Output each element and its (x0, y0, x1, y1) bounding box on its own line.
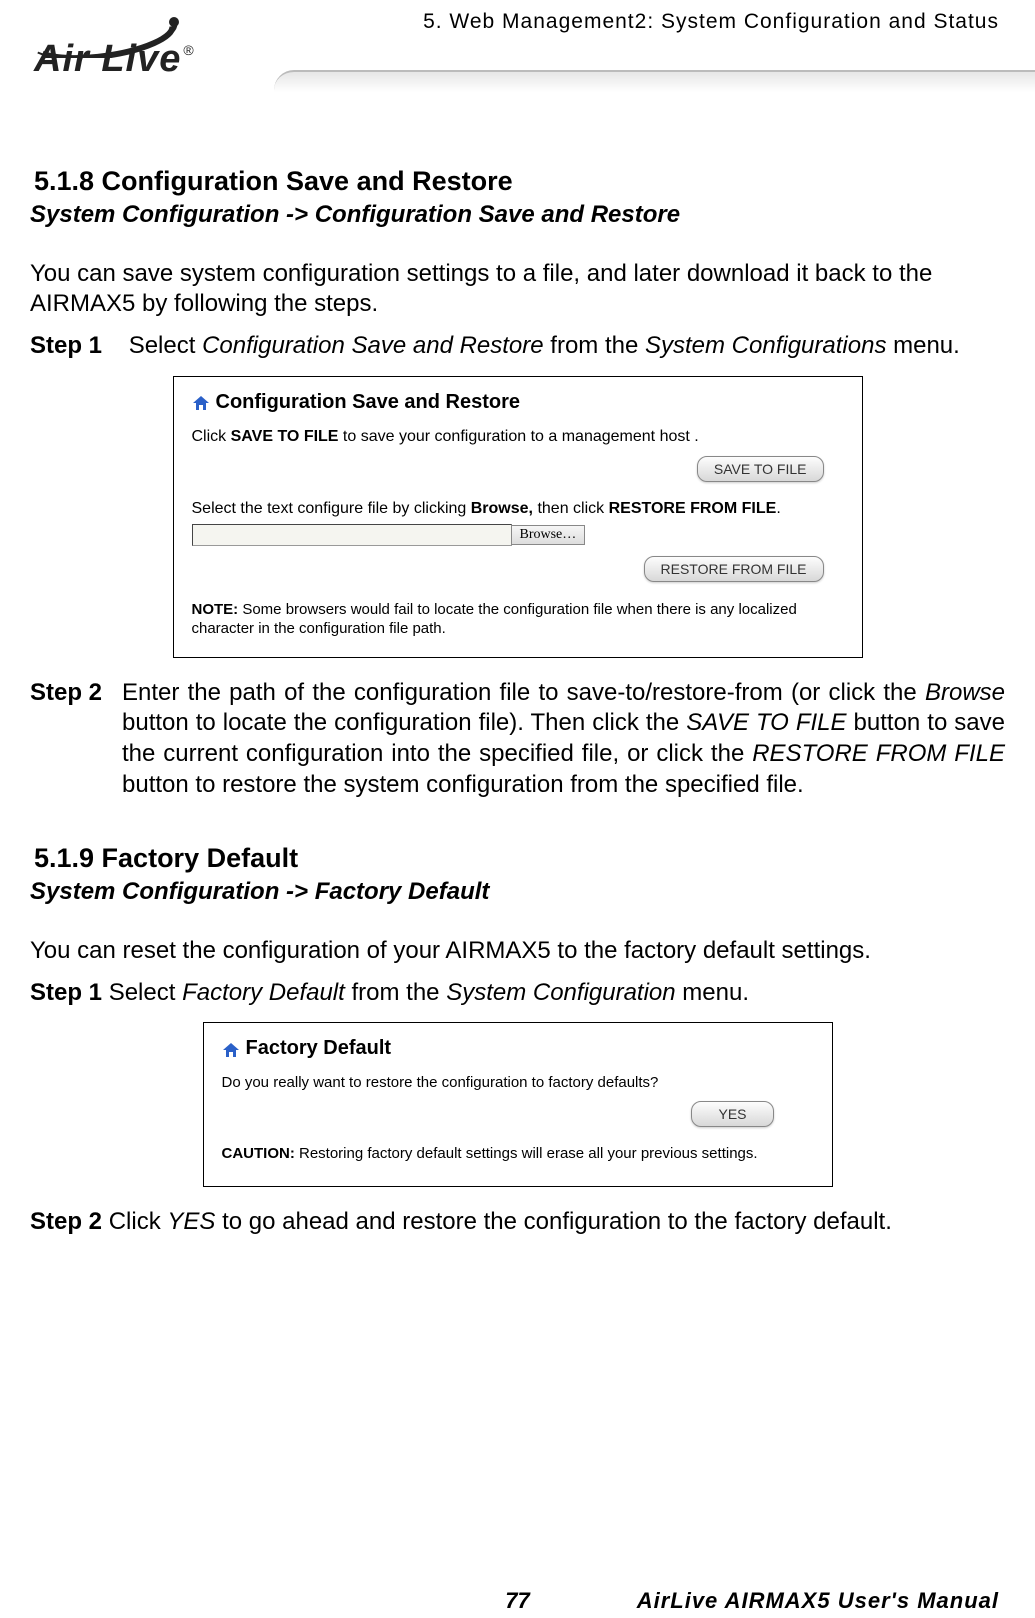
step1-518: Step 1 Select Configuration Save and Res… (30, 331, 1005, 362)
save-to-file-button[interactable]: SAVE TO FILE (697, 456, 824, 482)
step1-label: Step 1 (30, 332, 102, 359)
step2-label: Step 2 (30, 678, 122, 801)
s2a: Enter the path of the configuration file… (122, 679, 925, 706)
logo-registered-icon: ® (183, 42, 194, 58)
s2it3: RESTORE FROM FILE (752, 740, 1005, 767)
s2d: button to restore the system configurati… (122, 771, 804, 798)
panel2-question: Do you really want to restore the config… (222, 1074, 814, 1091)
caution-text: Restoring factory default settings will … (295, 1145, 758, 1162)
p1l1b: SAVE TO FILE (231, 428, 339, 445)
p1l2d: RESTORE FROM FILE (609, 500, 777, 517)
s2b: button to locate the configuration file)… (122, 709, 686, 736)
s519-2it: YES (167, 1208, 215, 1235)
panel1-title: Configuration Save and Restore (216, 391, 521, 414)
caution-label: CAUTION: (222, 1145, 295, 1162)
p1l2e: . (776, 500, 780, 517)
intro-519: You can reset the configuration of your … (30, 936, 1005, 966)
home-icon (222, 1041, 240, 1057)
step1-text-c: menu. (886, 332, 959, 359)
home-icon (192, 394, 210, 410)
manual-page: 5. Web Management2: System Configuration… (0, 0, 1035, 1618)
panel2-caution: CAUTION: Restoring factory default setti… (222, 1145, 814, 1162)
page-content: 5.1.8 Configuration Save and Restore Sys… (30, 150, 1005, 1250)
step1-it1: Configuration Save and Restore (202, 332, 544, 359)
p1l1a: Click (192, 428, 231, 445)
step2-519: Step 2 Click YES to go ahead and restore… (30, 1207, 1005, 1238)
p1l1c: to save your configuration to a manageme… (338, 428, 698, 445)
logo-text: Air Live (34, 38, 181, 80)
panel2-title: Factory Default (246, 1037, 392, 1060)
page-number: 77 (488, 1588, 548, 1614)
s519-2b: to go ahead and restore the configuratio… (215, 1208, 891, 1235)
s519-1a: Select (102, 979, 182, 1006)
intro-518: You can save system configuration settin… (30, 259, 1005, 319)
chapter-header: 5. Web Management2: System Configuration… (423, 10, 999, 34)
s519-1c: menu. (676, 979, 749, 1006)
breadcrumb-518: System Configuration -> Configuration Sa… (30, 201, 1005, 229)
step2-label-519: Step 2 (30, 1208, 102, 1235)
p1l2b: Browse, (471, 500, 533, 517)
s519-1it2: System Configuration (446, 979, 675, 1006)
s519-1b: from the (345, 979, 446, 1006)
s519-2a: Click (102, 1208, 167, 1235)
header-divider (274, 70, 1035, 92)
s519-1it1: Factory Default (182, 979, 345, 1006)
step1-it2: System Configurations (645, 332, 886, 359)
manual-title: AirLive AIRMAX5 User's Manual (637, 1588, 999, 1614)
s2it2: SAVE TO FILE (686, 709, 846, 736)
note-text: Some browsers would fail to locate the c… (192, 601, 797, 638)
factory-default-panel: Factory Default Do you really want to re… (203, 1022, 833, 1187)
s2it1: Browse (925, 679, 1005, 706)
step2-518: Step 2 Enter the path of the configurati… (30, 678, 1005, 801)
panel1-line1: Click SAVE TO FILE to save your configur… (192, 428, 844, 446)
airlive-logo: Air Live® (28, 8, 258, 58)
note-label: NOTE: (192, 601, 239, 618)
step1-519: Step 1 Select Factory Default from the S… (30, 978, 1005, 1009)
page-footer: 77 AirLive AIRMAX5 User's Manual (0, 1588, 1035, 1614)
config-file-path-input[interactable] (192, 524, 512, 546)
browse-button[interactable]: Browse… (511, 525, 586, 545)
step1-text-b: from the (544, 332, 645, 359)
panel1-line2: Select the text configure file by clicki… (192, 500, 844, 518)
section-518-title: 5.1.8 Configuration Save and Restore (34, 166, 1005, 197)
restore-from-file-button[interactable]: RESTORE FROM FILE (644, 556, 824, 582)
yes-button[interactable]: YES (691, 1101, 773, 1127)
p1l2c: then click (533, 500, 609, 517)
breadcrumb-519: System Configuration -> Factory Default (30, 878, 1005, 906)
step1-text-a: Select (129, 332, 202, 359)
panel1-note: NOTE: Some browsers would fail to locate… (192, 600, 844, 639)
step1-label-519: Step 1 (30, 979, 102, 1006)
config-save-restore-panel: Configuration Save and Restore Click SAV… (173, 376, 863, 658)
section-519-title: 5.1.9 Factory Default (34, 843, 1005, 874)
p1l2a: Select the text configure file by clicki… (192, 500, 471, 517)
